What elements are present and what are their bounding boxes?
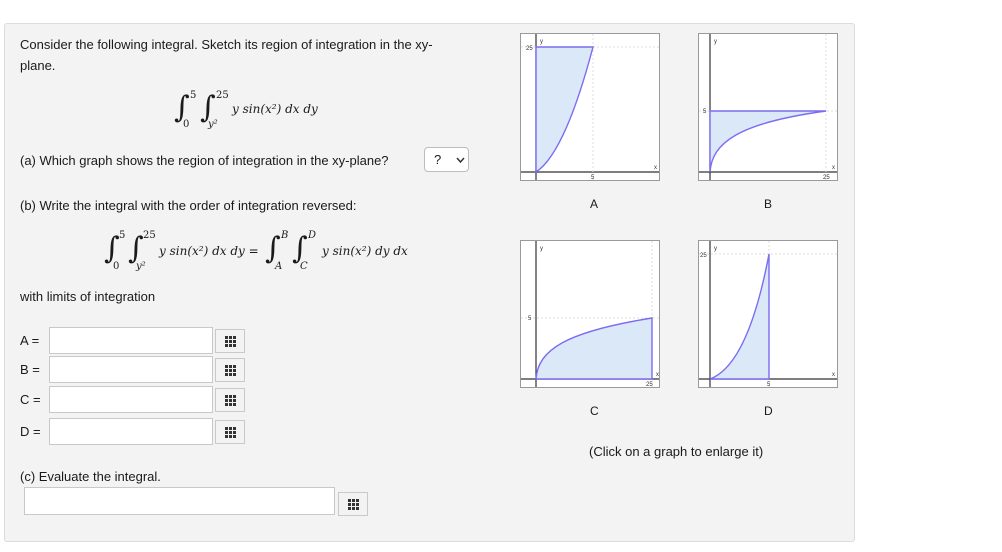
limit-a-input[interactable] xyxy=(49,327,213,354)
graph-a-y-axis-label: y xyxy=(540,39,543,45)
limit-label-c: C = xyxy=(20,392,41,407)
left-outer-upper: 5 xyxy=(119,230,126,241)
limit-label-b: B = xyxy=(20,362,40,377)
graph-b[interactable]: y 5 25 x xyxy=(698,33,838,181)
integrand: y sin(x²) dx dy xyxy=(232,102,318,116)
graph-d-y-tick: 25 xyxy=(700,253,707,259)
graph-b-x-axis-label: x xyxy=(832,165,835,171)
limit-label-a: A = xyxy=(20,333,40,348)
graph-d[interactable]: y 25 5 x xyxy=(698,240,838,388)
part-a-text: (a) Which graph shows the region of inte… xyxy=(20,153,389,168)
keypad-grid-icon xyxy=(225,365,236,376)
part-c-text: (c) Evaluate the integral. xyxy=(20,469,161,484)
right-integrand: y sin(x²) dy dx xyxy=(322,244,408,258)
graph-b-caption: B xyxy=(764,197,773,211)
graph-enlarge-hint: (Click on a graph to enlarge it) xyxy=(589,444,764,459)
limit-c-input[interactable] xyxy=(49,386,213,413)
prompt-line-1: Consider the following integral. Sketch … xyxy=(20,37,433,52)
graph-c-x-tick: 25 xyxy=(646,382,653,388)
left-outer-lower: 0 xyxy=(113,261,120,272)
graph-d-y-axis-label: y xyxy=(714,246,717,252)
inner-upper-limit: 25 xyxy=(216,90,229,101)
integral-sign-right-inner: ∫ xyxy=(292,231,308,266)
graph-c-y-axis-label: y xyxy=(540,246,543,252)
keypad-grid-icon xyxy=(225,427,236,438)
keypad-grid-icon xyxy=(348,499,359,510)
limit-b-input[interactable] xyxy=(49,356,213,383)
right-inner-upper: D xyxy=(308,230,317,241)
keypad-grid-icon xyxy=(225,395,236,406)
graph-select-value: ? xyxy=(434,152,442,167)
keypad-grid-icon xyxy=(225,336,236,347)
graph-a-caption: A xyxy=(590,197,599,211)
answer-input[interactable] xyxy=(24,487,335,515)
limit-label-d: D = xyxy=(20,424,41,439)
integral-sign-left-inner: ∫ xyxy=(128,231,144,266)
answer-keypad-button[interactable] xyxy=(338,492,368,516)
graph-c-x-axis-label: x xyxy=(656,372,659,378)
graph-c[interactable]: y 5 25 x xyxy=(520,240,660,388)
graph-b-y-axis-label: y xyxy=(714,39,717,45)
graph-d-caption: D xyxy=(764,404,773,418)
right-inner-lower: C xyxy=(300,261,308,272)
outer-upper-limit: 5 xyxy=(190,90,197,101)
integral-sign-left-outer: ∫ xyxy=(104,231,120,266)
limit-c-keypad-button[interactable] xyxy=(215,388,245,412)
graph-a[interactable]: y 25 5 x xyxy=(520,33,660,181)
outer-lower-limit: 0 xyxy=(183,119,190,130)
graph-select-dropdown[interactable]: ? xyxy=(424,147,469,172)
limit-a-keypad-button[interactable] xyxy=(215,329,245,353)
graph-a-x-axis-label: x xyxy=(654,165,657,171)
left-integrand: y sin(x²) dx dy = xyxy=(159,244,259,258)
limit-d-keypad-button[interactable] xyxy=(215,420,245,444)
part-b-text: (b) Write the integral with the order of… xyxy=(20,198,357,213)
limits-label: with limits of integration xyxy=(20,289,156,304)
left-inner-upper: 25 xyxy=(143,230,156,241)
prompt-line-2: plane. xyxy=(20,58,56,73)
integral-sign-right-outer: ∫ xyxy=(265,231,281,266)
graph-d-x-axis-label: x xyxy=(832,372,835,378)
limit-b-keypad-button[interactable] xyxy=(215,358,245,382)
graph-a-y-tick: 25 xyxy=(526,46,533,52)
right-outer-upper: B xyxy=(281,230,289,241)
left-inner-lower: y² xyxy=(136,261,146,272)
limit-d-input[interactable] xyxy=(49,418,213,445)
right-outer-lower: A xyxy=(275,261,283,272)
graph-c-caption: C xyxy=(590,404,599,418)
chevron-down-icon xyxy=(455,151,466,172)
inner-lower-limit: y² xyxy=(208,119,218,130)
graph-b-x-tick: 25 xyxy=(823,175,830,181)
